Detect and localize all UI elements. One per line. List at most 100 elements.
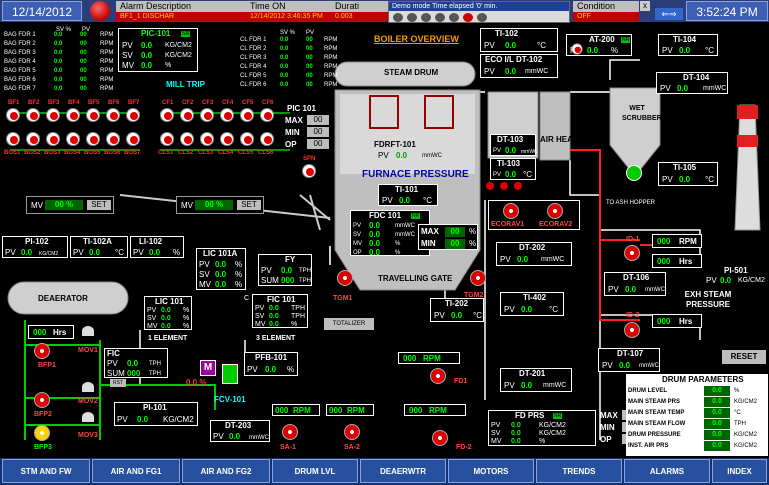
spn-valve-icon[interactable] (302, 164, 316, 178)
scrubber-pump-icon[interactable] (626, 165, 642, 181)
mv-left-set-button[interactable]: SET (87, 200, 111, 210)
record-icon[interactable] (463, 13, 473, 22)
bgs-valve-icon[interactable] (46, 132, 60, 146)
bfp3-pump-icon[interactable] (34, 425, 50, 441)
cls-valve-icon[interactable] (240, 132, 254, 146)
cls-valve-icon[interactable] (180, 132, 194, 146)
ti102a-panel[interactable]: TI-102A PV 0.0 °C (70, 236, 128, 258)
alarm-col-desc[interactable]: Alarm Description (116, 1, 246, 12)
bag-feeder-sv[interactable]: 0.0 (54, 40, 62, 48)
fy-panel[interactable]: FY PV 0.0 TPH SUM 000 TPH (258, 254, 312, 286)
id2-fan-icon[interactable] (624, 322, 640, 338)
dt107-panel[interactable]: DT-107 PV 0.0 mmWC (598, 348, 660, 372)
nav-motors[interactable]: MOTORS (448, 459, 534, 483)
id1-hrs-panel[interactable]: 000 Hrs (652, 254, 702, 268)
alarm-col-duration[interactable]: Durati (331, 1, 388, 12)
fdc101-max-value[interactable]: 00 (445, 227, 465, 237)
ecorav2-fan-icon[interactable] (547, 203, 563, 219)
alarm-row-time[interactable]: 12/14/2012 3:46:35 PM (246, 12, 331, 21)
bgs-valve-icon[interactable] (106, 132, 120, 146)
mov3-actuator-icon[interactable] (82, 412, 94, 422)
mv-left-value[interactable]: 00 % (45, 200, 83, 210)
at200-valve-icon[interactable] (571, 43, 583, 55)
cf-valve-icon[interactable] (260, 108, 274, 122)
nav-deaerwtr[interactable]: DEAERWTR (360, 459, 446, 483)
pic101-op-value[interactable]: 00 (307, 139, 329, 149)
forward-icon[interactable] (449, 13, 459, 22)
cl-feeder-sv[interactable]: 0.0 (280, 63, 288, 71)
reset-button[interactable]: RESET (722, 350, 766, 364)
pi102-panel[interactable]: PI-102 PV 0.0 KG/CM2 (2, 236, 68, 258)
cl-feeder-sv[interactable]: 0.0 (280, 54, 288, 62)
bf-valve-icon[interactable] (106, 108, 120, 122)
pic101-panel[interactable]: PIC-101 NR PV 0.0 KG/CM2 SV 0.0 KG/CM2 M… (118, 28, 198, 72)
bf-valve-icon[interactable] (86, 108, 100, 122)
pi101-panel[interactable]: PI-101 PV 0.0 KG/CM2 (114, 402, 198, 426)
bag-feeder-sv[interactable]: 0.0 (54, 31, 62, 39)
bfp2-pump-icon[interactable] (34, 392, 50, 408)
alarm-light-icon[interactable] (90, 1, 110, 21)
cls-valve-icon[interactable] (220, 132, 234, 146)
pic101-max-value[interactable]: 00 (307, 115, 329, 125)
ti402-panel[interactable]: TI-402 PV 0.0 °C (500, 292, 564, 316)
mov2-actuator-icon[interactable] (82, 382, 94, 392)
close-icon[interactable]: x (640, 1, 650, 11)
nav-air-and-fg1[interactable]: AIR AND FG1 (92, 459, 180, 483)
step-icon[interactable] (435, 13, 445, 22)
bag-feeder-sv[interactable]: 0.0 (54, 58, 62, 66)
dt202-panel[interactable]: DT-202 PV 0.0 mmWC (496, 242, 572, 266)
ti105-panel[interactable]: TI-105 PV 0.0 °C (658, 162, 718, 186)
nav-air-and-fg2[interactable]: AIR AND FG2 (182, 459, 270, 483)
fcv101-motor-button[interactable]: M (200, 360, 216, 376)
ti101-panel[interactable]: TI-101 PV 0.0 °C (378, 184, 438, 206)
stop-icon[interactable] (477, 13, 487, 22)
nav-stm-and-fw[interactable]: STM AND FW (2, 459, 90, 483)
cf-valve-icon[interactable] (180, 108, 194, 122)
pfb101-panel[interactable]: PFB-101 PV 0.0 % (244, 352, 298, 376)
bgs-valve-icon[interactable] (86, 132, 100, 146)
sa1-fan-icon[interactable] (282, 424, 298, 440)
alarm-col-condition[interactable]: Condition (573, 1, 639, 12)
id1-fan-icon[interactable] (624, 245, 640, 261)
sa2-fan-icon[interactable] (344, 424, 360, 440)
cf-valve-icon[interactable] (160, 108, 174, 122)
bag-feeder-sv[interactable]: 0.0 (54, 85, 62, 93)
bgs-valve-icon[interactable] (66, 132, 80, 146)
rewind-icon[interactable] (393, 13, 403, 22)
fic-rst-button[interactable]: RST (110, 379, 126, 387)
eco-dt102-panel[interactable]: ECO I/L DT-102 PV 0.0 mmWC (480, 54, 558, 78)
fd1-fan-icon[interactable] (430, 368, 446, 384)
bf-valve-icon[interactable] (46, 108, 60, 122)
cf-valve-icon[interactable] (200, 108, 214, 122)
cl-feeder-sv[interactable]: 0.0 (280, 36, 288, 44)
totalizer-button[interactable]: TOTALIZER (324, 318, 374, 330)
alarm-row-desc[interactable]: BF1_1 DISCHAR (116, 12, 246, 21)
dt106-panel[interactable]: DT-106 PV 0.0 mmWC (604, 272, 666, 296)
alarm-row-condition[interactable]: OFF (573, 12, 639, 21)
alarm-col-time[interactable]: Time ON (246, 1, 331, 12)
bgs-valve-icon[interactable] (126, 132, 140, 146)
fdrft101-panel[interactable]: FDRFT-101 PV 0.0 mmWC (352, 138, 460, 164)
fic101-panel[interactable]: FIC 101 PV 0.0 TPH SV 0.0 TPH MV 0.0 % (252, 294, 308, 328)
cf-valve-icon[interactable] (240, 108, 254, 122)
lic101-panel[interactable]: LIC 101 PV 0.0 % SV 0.0 % MV 0.0 % (144, 296, 192, 330)
pause-icon[interactable] (407, 13, 417, 22)
bf-valve-icon[interactable] (26, 108, 40, 122)
fd1-rpm-panel[interactable]: 000 RPM (398, 352, 460, 364)
valve-icon[interactable] (514, 182, 522, 190)
cls-valve-icon[interactable] (200, 132, 214, 146)
cl-feeder-sv[interactable]: 0.0 (280, 45, 288, 53)
cf-valve-icon[interactable] (220, 108, 234, 122)
lic101a-panel[interactable]: LIC 101A PV 0.0 % SV 0.0 % MV 0.0 % (196, 248, 246, 290)
ti104-panel[interactable]: TI-104 PV 0.0 °C (658, 34, 718, 56)
id2-hrs-panel[interactable]: 000 Hrs (652, 314, 702, 328)
nav-drum-lvl[interactable]: DRUM LVL (272, 459, 358, 483)
bfp1-pump-icon[interactable] (34, 343, 50, 359)
id1-rpm-panel[interactable]: 000 RPM (652, 234, 702, 248)
fcv101-valve-icon[interactable] (222, 364, 238, 384)
mv-right-set-button[interactable]: SET (237, 200, 261, 210)
nav-index[interactable]: INDEX (712, 459, 767, 483)
bag-feeder-sv[interactable]: 0.0 (54, 49, 62, 57)
dt104-panel[interactable]: DT-104 PV 0.0 mmWC (656, 72, 728, 94)
ti202-panel[interactable]: TI-202 PV 0.0 °C (430, 298, 484, 322)
